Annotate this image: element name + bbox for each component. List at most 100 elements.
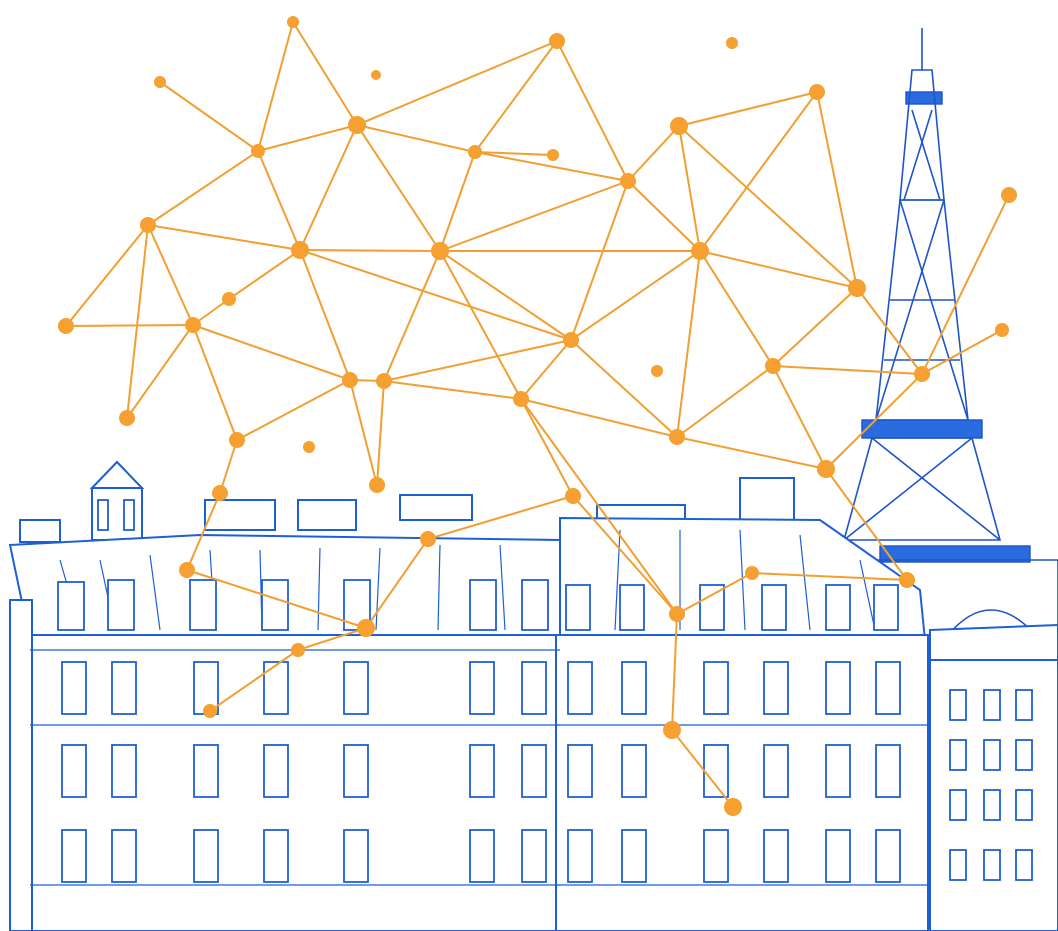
window	[567, 744, 593, 798]
network-edge	[439, 180, 629, 252]
window	[875, 829, 901, 883]
network-edge	[192, 324, 238, 441]
network-edge	[772, 287, 858, 367]
network-node	[745, 566, 759, 580]
network-node	[287, 16, 299, 28]
network-edge	[676, 250, 701, 438]
network-node	[565, 488, 581, 504]
window	[825, 829, 851, 883]
network-node	[1001, 187, 1017, 203]
window	[703, 744, 729, 798]
window	[763, 829, 789, 883]
window	[193, 744, 219, 798]
network-node	[119, 410, 135, 426]
network-edge	[147, 224, 301, 251]
network-node	[563, 332, 579, 348]
network-node	[348, 116, 366, 134]
window	[825, 744, 851, 798]
network-edge	[236, 379, 351, 441]
window	[61, 661, 87, 715]
paris-network-illustration	[8, 16, 1058, 931]
network-edge	[126, 224, 149, 419]
rooftop-cupola	[89, 460, 145, 541]
window	[983, 849, 1001, 881]
window	[1015, 789, 1033, 821]
window	[469, 661, 495, 715]
network-node	[724, 798, 742, 816]
network-node	[203, 704, 217, 718]
network-node	[899, 572, 915, 588]
network-node	[691, 242, 709, 260]
window	[949, 789, 967, 821]
network-node	[809, 84, 825, 100]
window	[983, 739, 1001, 771]
window	[469, 744, 495, 798]
window	[111, 661, 137, 715]
window	[703, 829, 729, 883]
window	[61, 829, 87, 883]
network-node	[420, 531, 436, 547]
network-edge	[699, 250, 774, 367]
network-node	[179, 562, 195, 578]
network-edge	[299, 249, 441, 252]
network-edge	[349, 379, 378, 486]
network-edge	[356, 124, 441, 252]
network-edge	[439, 250, 572, 341]
network-node	[513, 391, 529, 407]
network-node	[765, 358, 781, 374]
network-node	[670, 117, 688, 135]
network-node	[431, 242, 449, 260]
network-node	[848, 279, 866, 297]
window	[343, 829, 369, 883]
window	[949, 849, 967, 881]
window	[343, 744, 369, 798]
network-edge	[772, 365, 923, 375]
window	[567, 661, 593, 715]
window	[1015, 849, 1033, 881]
network-edge	[556, 40, 629, 182]
network-node	[251, 144, 265, 158]
network-edge	[439, 250, 522, 400]
network-edge	[299, 249, 351, 381]
network-edge	[159, 81, 259, 152]
network-edge	[678, 125, 701, 252]
network-edge	[570, 250, 701, 341]
network-node	[212, 485, 228, 501]
network-edge	[257, 21, 294, 152]
window	[343, 661, 369, 715]
network-edge	[147, 150, 259, 226]
network-node	[371, 70, 381, 80]
network-edge	[678, 125, 858, 289]
network-node	[651, 365, 663, 377]
window	[1015, 739, 1033, 771]
network-node	[369, 477, 385, 493]
network-edge	[921, 194, 1010, 375]
network-edge	[376, 380, 385, 486]
network-edge	[383, 339, 572, 382]
network-node	[549, 33, 565, 49]
window	[949, 739, 967, 771]
window	[703, 661, 729, 715]
network-edge	[126, 324, 194, 419]
window	[263, 744, 289, 798]
network-edge	[439, 151, 476, 252]
network-edge	[676, 365, 774, 438]
network-node	[817, 460, 835, 478]
window	[949, 689, 967, 721]
network-edge	[520, 398, 574, 497]
window	[111, 829, 137, 883]
network-node	[547, 149, 559, 161]
network-edge	[65, 324, 194, 327]
network-node	[995, 323, 1009, 337]
network-edge	[816, 91, 858, 289]
network-edge	[772, 365, 827, 470]
window	[1015, 689, 1033, 721]
network-edge	[676, 436, 827, 470]
network-edge	[570, 180, 629, 341]
network-node	[620, 173, 636, 189]
network-node	[726, 37, 738, 49]
network-edge	[627, 125, 680, 182]
network-node	[357, 619, 375, 637]
network-edge	[257, 150, 301, 251]
network-node	[914, 366, 930, 382]
